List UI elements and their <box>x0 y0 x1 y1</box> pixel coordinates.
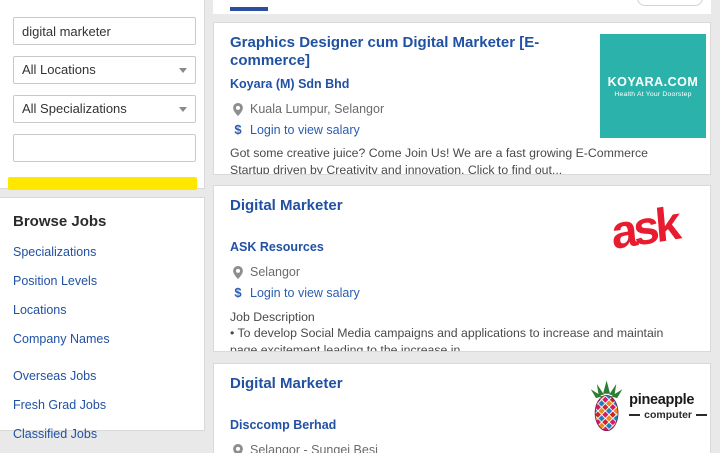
locations-select[interactable]: All Locations <box>13 56 196 84</box>
sidebar-item-specializations[interactable]: Specializations <box>13 245 96 259</box>
job-description-heading: Job Description <box>230 309 694 325</box>
job-location: Selangor <box>250 265 300 279</box>
sidebar-item-locations[interactable]: Locations <box>13 303 67 317</box>
sidebar-item-classified-jobs[interactable]: Classified Jobs <box>13 427 97 441</box>
koyara-logo-text: KOYARA.COM <box>608 75 699 89</box>
chevron-down-icon <box>179 68 187 73</box>
login-to-view-salary-link[interactable]: Login to view salary <box>250 286 360 300</box>
browse-jobs-heading: Browse Jobs <box>13 213 191 230</box>
active-tab-indicator <box>230 7 268 11</box>
pineapple-logo-name: pineapple <box>629 392 707 408</box>
job-results-column: Graphics Designer cum Digital Marketer [… <box>213 0 711 453</box>
job-location: Selangor - Sungei Besi <box>250 443 378 453</box>
job-title-link[interactable]: Digital Marketer <box>230 375 610 393</box>
results-tabbar <box>213 0 711 14</box>
job-description-snippet: Got some creative juice? Come Join Us! W… <box>230 145 682 175</box>
pineapple-icon <box>589 377 624 435</box>
company-link[interactable]: Koyara (M) Sdn Bhd <box>230 77 349 91</box>
location-pin-icon <box>230 266 246 279</box>
job-card[interactable]: Graphics Designer cum Digital Marketer [… <box>213 22 711 175</box>
browse-links-primary: Specializations Position Levels Location… <box>13 243 191 348</box>
search-keyword-input[interactable] <box>13 17 196 45</box>
pineapple-logo-text: pineapple computer <box>629 392 707 421</box>
ask-logo-text: ask <box>610 198 680 255</box>
location-pin-icon <box>230 444 246 453</box>
pineapple-company-logo: pineapple computer <box>589 374 707 438</box>
specializations-select[interactable]: All Specializations <box>13 95 196 123</box>
sidebar-item-fresh-grad-jobs[interactable]: Fresh Grad Jobs <box>13 398 106 412</box>
job-salary-row: $ Login to view salary <box>230 285 694 300</box>
koyara-company-logo: KOYARA.COM Health At Your Doorstep <box>600 34 706 138</box>
sidebar-item-position-levels[interactable]: Position Levels <box>13 274 97 288</box>
ask-company-logo: ask <box>597 192 692 262</box>
location-pin-icon <box>230 103 246 116</box>
job-location-row: Selangor <box>230 265 694 279</box>
job-title-link[interactable]: Graphics Designer cum Digital Marketer [… <box>230 34 610 70</box>
extra-filter-input[interactable] <box>13 134 196 162</box>
job-card[interactable]: Digital Marketer Disccomp Berhad Selango… <box>213 363 711 453</box>
sidebar-item-company-names[interactable]: Company Names <box>13 332 110 346</box>
salary-dollar-icon: $ <box>230 285 246 300</box>
job-card[interactable]: Digital Marketer ASK Resources Selangor … <box>213 185 711 352</box>
job-location: Kuala Lumpur, Selangor <box>250 102 384 116</box>
login-to-view-salary-link[interactable]: Login to view salary <box>250 123 360 137</box>
tagline-rule-left <box>629 414 640 416</box>
job-search-page: All Locations All Specializations Browse… <box>0 0 720 453</box>
browse-jobs-panel: Browse Jobs Specializations Position Lev… <box>0 197 205 431</box>
company-link[interactable]: Disccomp Berhad <box>230 418 336 432</box>
salary-dollar-icon: $ <box>230 122 246 137</box>
tagline-rule-right <box>696 414 707 416</box>
koyara-logo-tagline: Health At Your Doorstep <box>614 91 691 98</box>
sidebar-item-overseas-jobs[interactable]: Overseas Jobs <box>13 369 96 383</box>
browse-links-secondary: Overseas Jobs Fresh Grad Jobs Classified… <box>13 367 191 443</box>
search-button[interactable] <box>8 177 197 190</box>
job-title-link[interactable]: Digital Marketer <box>230 197 610 215</box>
search-filter-panel: All Locations All Specializations <box>0 0 205 189</box>
specializations-select-value: All Specializations <box>22 101 127 116</box>
locations-select-value: All Locations <box>22 62 96 77</box>
cutoff-pill-button[interactable] <box>637 0 703 6</box>
job-description-snippet: • To develop Social Media campaigns and … <box>230 325 694 352</box>
job-location-row: Selangor - Sungei Besi <box>230 443 694 453</box>
chevron-down-icon <box>179 107 187 112</box>
company-link[interactable]: ASK Resources <box>230 240 324 254</box>
pineapple-logo-tagline: computer <box>629 409 707 421</box>
